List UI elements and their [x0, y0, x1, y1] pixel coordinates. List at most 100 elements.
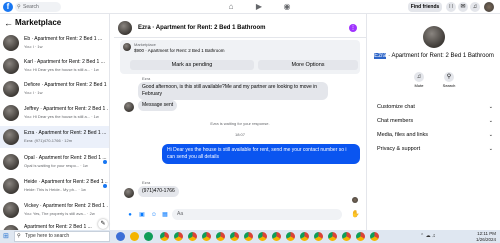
watch-icon[interactable]: ▶ — [254, 2, 264, 12]
avatar[interactable] — [118, 21, 132, 35]
top-navbar: f ⚲ Search Facebook ⌂ ▶ ◉ Find friends ∷… — [0, 0, 500, 20]
message-input[interactable]: Aa — [172, 209, 342, 220]
thumbs-up-icon[interactable]: ✋ — [351, 210, 360, 219]
avatar — [3, 35, 19, 51]
compose-icon[interactable]: ✎ — [98, 219, 108, 229]
clock-date: 1/26/2024 — [475, 236, 496, 242]
chrome-icon[interactable] — [216, 232, 225, 241]
chat-members-item[interactable]: Chat members ⌄ — [377, 116, 495, 126]
chrome-icon[interactable] — [258, 232, 267, 241]
conversation-item[interactable]: Jeffrey · Apartment for Rent: 2 Bed 1 ..… — [0, 102, 109, 124]
chrome-icon[interactable] — [328, 232, 337, 241]
chevron-down-icon: ⌄ — [488, 118, 493, 124]
search-label: Search — [442, 83, 456, 88]
chrome-icon[interactable] — [300, 232, 309, 241]
media-files-item[interactable]: Media, files and links ⌄ — [377, 130, 495, 140]
conversation-preview: You: l · 1w — [24, 90, 43, 95]
conversation-preview: You: Yes, The property is still ava... ·… — [24, 211, 95, 216]
taskbar-search-input[interactable]: ⚲ Type here to search — [14, 231, 110, 242]
taskbar-clock[interactable]: 12:11 PM 1/26/2024 — [466, 231, 496, 242]
back-arrow-icon[interactable]: ← — [4, 18, 13, 28]
listing-label: Marketplace — [134, 42, 156, 47]
find-friends-button[interactable]: Find friends — [408, 2, 442, 12]
conversation-item[interactable]: Karl · Apartment for Rent: 2 Bed 1 ... Y… — [0, 55, 109, 77]
search-button[interactable]: ⚲ Search — [439, 72, 459, 88]
image-icon[interactable]: ▣ — [138, 211, 146, 219]
groups-icon[interactable]: ◉ — [282, 2, 292, 12]
conversation-sidebar: ← Marketplace Eb · Apartment for Rent: 2… — [0, 14, 110, 230]
menu-grid-icon[interactable]: ∷ — [446, 2, 456, 12]
task-view-icon[interactable] — [116, 232, 125, 241]
taskbar-search-placeholder: Type here to search — [25, 233, 70, 239]
conversation-preview: Heide: This is Heide.. My ph... · 1w — [24, 187, 86, 192]
avatar — [3, 58, 19, 74]
chrome-icon[interactable] — [244, 232, 253, 241]
chrome-icon[interactable] — [286, 232, 295, 241]
conversation-item[interactable]: Heide · Apartment for Rent: 2 Bed 1 ... … — [0, 175, 109, 197]
avatar[interactable] — [423, 26, 445, 48]
item-label: Media, files and links — [377, 132, 429, 138]
conversation-title: Ezra · Apartment for Rent: 2 Bed 1 ... — [24, 130, 107, 136]
bell-icon: ♫ — [414, 72, 424, 82]
conversation-item-active[interactable]: Ezra · Apartment for Rent: 2 Bed 1 ... E… — [0, 126, 109, 148]
customize-chat-item[interactable]: Customize chat ⌄ — [377, 102, 495, 112]
timestamp: 18:07 — [234, 132, 245, 137]
file-explorer-icon[interactable] — [130, 232, 139, 241]
listing-description[interactable]: $900 · Apartment for Rent: 2 Bed 1 Bathr… — [134, 48, 225, 53]
conversation-preview: You: Hi Dear yes the house is still a...… — [24, 67, 99, 72]
conversation-item[interactable]: Opal · Apartment for Rent: 2 Bed 1 ... O… — [0, 151, 109, 173]
facebook-logo[interactable]: f — [3, 2, 13, 12]
chrome-icon[interactable] — [370, 232, 379, 241]
avatar — [3, 202, 19, 218]
search-icon: ⚲ — [17, 4, 21, 10]
messenger-icon[interactable]: ✉ — [458, 2, 468, 12]
seen-avatar — [352, 197, 358, 203]
windows-start-icon[interactable]: ⊞ — [3, 233, 9, 240]
mute-label: Mute — [414, 83, 424, 88]
conversation-item[interactable]: Defiore · Apartment for Rent: 2 Bed 1 ..… — [0, 78, 109, 100]
item-label: Chat members — [377, 118, 414, 124]
avatar — [3, 178, 19, 194]
facebook-search-input[interactable]: ⚲ Search Facebook — [15, 2, 61, 20]
chrome-icon[interactable] — [188, 232, 197, 241]
chrome-icon[interactable] — [356, 232, 365, 241]
sticker-icon[interactable]: ☺ — [150, 211, 158, 219]
microphone-icon[interactable]: ● — [126, 211, 134, 219]
conversation-item[interactable]: Apartment for Rent: 2 Bed 1 ... — [0, 222, 109, 230]
conversation-item[interactable]: Vickey · Apartment for Rent: 2 Bed 1 ...… — [0, 199, 109, 221]
profile-avatar[interactable] — [484, 2, 494, 12]
system-tray-icons[interactable]: ⌃ ☁ ♫ — [420, 233, 436, 239]
chrome-icon[interactable] — [272, 232, 281, 241]
chevron-down-icon: ⌄ — [488, 132, 493, 138]
waiting-note: Ezra is waiting for your response. — [210, 121, 270, 126]
chat-title[interactable]: Ezra · Apartment for Rent: 2 Bed 1 Bathr… — [138, 25, 265, 31]
avatar — [3, 81, 19, 97]
listing-thumbnail — [123, 43, 131, 51]
mark-as-pending-button[interactable]: Mark as pending — [130, 60, 254, 70]
item-label: Privacy & support — [377, 146, 421, 152]
search-icon: ⚲ — [444, 72, 454, 82]
chrome-icon[interactable] — [342, 232, 351, 241]
chrome-icon[interactable] — [174, 232, 183, 241]
notifications-icon[interactable]: ♫ — [470, 2, 480, 12]
chrome-icon[interactable] — [230, 232, 239, 241]
chrome-icon[interactable] — [314, 232, 323, 241]
avatar — [3, 105, 19, 121]
mute-button[interactable]: ♫ Mute — [409, 72, 429, 88]
message-composer: ● ▣ ☺ ▦ Aa ✋ — [114, 208, 366, 224]
gif-icon[interactable]: ▦ — [161, 211, 169, 219]
name-rest: · Apartment for Rent: 2 Bed 1 Bathroom — [386, 53, 494, 59]
home-icon[interactable]: ⌂ — [226, 2, 236, 12]
privacy-support-item[interactable]: Privacy & support ⌄ — [377, 144, 495, 154]
conversation-title: Opal · Apartment for Rent: 2 Bed 1 ... — [24, 155, 107, 161]
unread-dot — [103, 184, 107, 188]
more-options-button[interactable]: More Options — [258, 60, 358, 70]
search-icon: ⚲ — [17, 233, 21, 239]
app-icon[interactable] — [144, 232, 153, 241]
info-icon[interactable]: ⋮ — [349, 24, 357, 32]
chrome-icon[interactable] — [160, 232, 169, 241]
conversation-item[interactable]: Eb · Apartment for Rent: 2 Bed 1 ... You… — [0, 32, 109, 54]
windows-taskbar: ⊞ ⚲ Type here to search ⌃ ☁ ♫ 12:11 PM 1… — [0, 230, 500, 243]
chrome-icon[interactable] — [202, 232, 211, 241]
name-highlight: Ezra — [374, 53, 387, 59]
